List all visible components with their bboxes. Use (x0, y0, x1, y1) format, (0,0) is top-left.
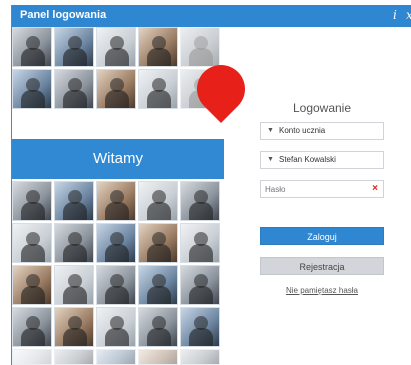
caret-down-icon: ▼ (267, 156, 274, 163)
account-type-dropdown[interactable]: ▼ Konto ucznia (260, 122, 384, 140)
login-form: Logowanie ▼ Konto ucznia ▼ Stefan Kowals… (12, 5, 411, 365)
user-value: Stefan Kowalski (279, 155, 336, 164)
login-window: Panel logowania i x Witamy (11, 5, 411, 365)
login-button[interactable]: Zaloguj (260, 227, 384, 245)
password-input[interactable] (265, 182, 365, 196)
caret-down-icon: ▼ (267, 127, 274, 134)
login-heading: Logowanie (292, 101, 352, 115)
user-dropdown[interactable]: ▼ Stefan Kowalski (260, 151, 384, 169)
account-type-value: Konto ucznia (279, 126, 326, 135)
register-button[interactable]: Rejestracja (260, 257, 384, 275)
forgot-password-link[interactable]: Nie pamiętasz hasła (260, 286, 384, 295)
password-field[interactable]: × (260, 180, 384, 198)
clear-icon[interactable]: × (372, 181, 378, 197)
